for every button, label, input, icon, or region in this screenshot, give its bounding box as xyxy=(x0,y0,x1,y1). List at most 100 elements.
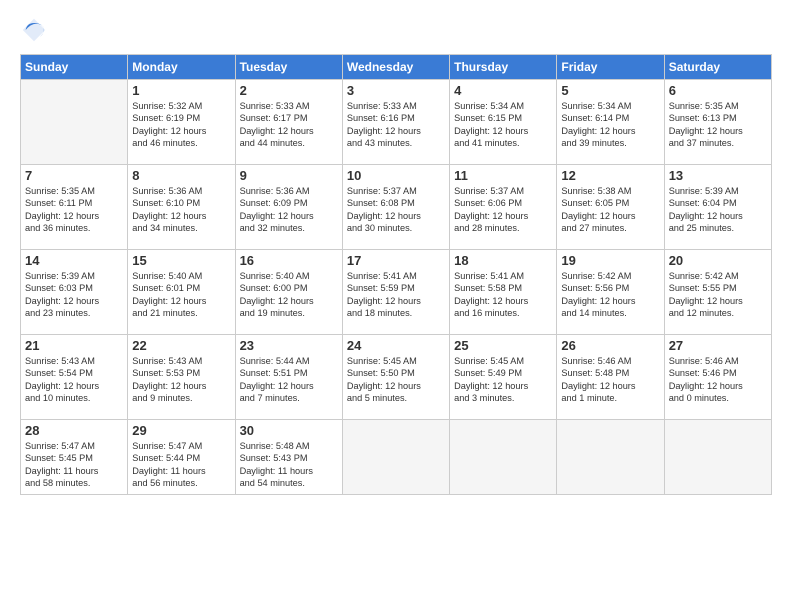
calendar-cell: 12 Sunrise: 5:38 AM Sunset: 6:05 PM Dayli… xyxy=(557,165,664,250)
day-info: Sunrise: 5:38 AM Sunset: 6:05 PM Dayligh… xyxy=(561,185,659,235)
day-info: Sunrise: 5:33 AM Sunset: 6:16 PM Dayligh… xyxy=(347,100,445,150)
calendar-cell: 15 Sunrise: 5:40 AM Sunset: 6:01 PM Dayli… xyxy=(128,250,235,335)
day-number: 8 xyxy=(132,168,230,183)
day-info: Sunrise: 5:48 AM Sunset: 5:43 PM Dayligh… xyxy=(240,440,338,490)
day-number: 3 xyxy=(347,83,445,98)
day-info: Sunrise: 5:40 AM Sunset: 6:01 PM Dayligh… xyxy=(132,270,230,320)
day-number: 16 xyxy=(240,253,338,268)
calendar-cell: 14 Sunrise: 5:39 AM Sunset: 6:03 PM Dayli… xyxy=(21,250,128,335)
calendar-cell: 11Sunrise: 5:37 AM Sunset: 6:06 PM Dayli… xyxy=(450,165,557,250)
calendar-cell xyxy=(557,420,664,495)
day-number: 10 xyxy=(347,168,445,183)
calendar-cell: 21 Sunrise: 5:43 AM Sunset: 5:54 PM Dayli… xyxy=(21,335,128,420)
page-header xyxy=(20,16,772,44)
day-number: 17 xyxy=(347,253,445,268)
day-info: Sunrise: 5:42 AM Sunset: 5:55 PM Dayligh… xyxy=(669,270,767,320)
day-number: 9 xyxy=(240,168,338,183)
calendar-cell: 1Sunrise: 5:32 AM Sunset: 6:19 PM Daylig… xyxy=(128,80,235,165)
calendar-table: SundayMondayTuesdayWednesdayThursdayFrid… xyxy=(20,54,772,495)
calendar-cell: 16 Sunrise: 5:40 AM Sunset: 6:00 PM Dayli… xyxy=(235,250,342,335)
day-info: Sunrise: 5:41 AM Sunset: 5:59 PM Dayligh… xyxy=(347,270,445,320)
day-number: 1 xyxy=(132,83,230,98)
day-number: 28 xyxy=(25,423,123,438)
day-info: Sunrise: 5:46 AM Sunset: 5:46 PM Dayligh… xyxy=(669,355,767,405)
calendar-cell: 7Sunrise: 5:35 AM Sunset: 6:11 PM Daylig… xyxy=(21,165,128,250)
day-header-wednesday: Wednesday xyxy=(342,55,449,80)
day-number: 14 xyxy=(25,253,123,268)
day-info: Sunrise: 5:42 AM Sunset: 5:56 PM Dayligh… xyxy=(561,270,659,320)
calendar-cell: 5Sunrise: 5:34 AM Sunset: 6:14 PM Daylig… xyxy=(557,80,664,165)
day-number: 27 xyxy=(669,338,767,353)
calendar-cell: 3 Sunrise: 5:33 AM Sunset: 6:16 PM Daylig… xyxy=(342,80,449,165)
day-header-sunday: Sunday xyxy=(21,55,128,80)
day-number: 30 xyxy=(240,423,338,438)
day-header-tuesday: Tuesday xyxy=(235,55,342,80)
day-info: Sunrise: 5:46 AM Sunset: 5:48 PM Dayligh… xyxy=(561,355,659,405)
calendar-cell: 20 Sunrise: 5:42 AM Sunset: 5:55 PM Dayli… xyxy=(664,250,771,335)
day-header-thursday: Thursday xyxy=(450,55,557,80)
day-info: Sunrise: 5:44 AM Sunset: 5:51 PM Dayligh… xyxy=(240,355,338,405)
day-info: Sunrise: 5:45 AM Sunset: 5:49 PM Dayligh… xyxy=(454,355,552,405)
day-info: Sunrise: 5:35 AM Sunset: 6:13 PM Dayligh… xyxy=(669,100,767,150)
calendar-cell: 23 Sunrise: 5:44 AM Sunset: 5:51 PM Dayli… xyxy=(235,335,342,420)
calendar-cell xyxy=(450,420,557,495)
calendar-cell: 13 Sunrise: 5:39 AM Sunset: 6:04 PM Dayli… xyxy=(664,165,771,250)
logo xyxy=(20,16,52,44)
day-number: 25 xyxy=(454,338,552,353)
day-info: Sunrise: 5:43 AM Sunset: 5:53 PM Dayligh… xyxy=(132,355,230,405)
day-info: Sunrise: 5:47 AM Sunset: 5:45 PM Dayligh… xyxy=(25,440,123,490)
day-info: Sunrise: 5:45 AM Sunset: 5:50 PM Dayligh… xyxy=(347,355,445,405)
day-info: Sunrise: 5:40 AM Sunset: 6:00 PM Dayligh… xyxy=(240,270,338,320)
day-info: Sunrise: 5:47 AM Sunset: 5:44 PM Dayligh… xyxy=(132,440,230,490)
day-number: 19 xyxy=(561,253,659,268)
calendar-cell: 27 Sunrise: 5:46 AM Sunset: 5:46 PM Dayli… xyxy=(664,335,771,420)
day-info: Sunrise: 5:37 AM Sunset: 6:08 PM Dayligh… xyxy=(347,185,445,235)
day-number: 6 xyxy=(669,83,767,98)
day-number: 2 xyxy=(240,83,338,98)
day-info: Sunrise: 5:33 AM Sunset: 6:17 PM Dayligh… xyxy=(240,100,338,150)
day-info: Sunrise: 5:36 AM Sunset: 6:09 PM Dayligh… xyxy=(240,185,338,235)
day-info: Sunrise: 5:41 AM Sunset: 5:58 PM Dayligh… xyxy=(454,270,552,320)
calendar-cell: 29 Sunrise: 5:47 AM Sunset: 5:44 PM Dayli… xyxy=(128,420,235,495)
calendar-header-row: SundayMondayTuesdayWednesdayThursdayFrid… xyxy=(21,55,772,80)
day-info: Sunrise: 5:39 AM Sunset: 6:04 PM Dayligh… xyxy=(669,185,767,235)
calendar-cell: 8 Sunrise: 5:36 AM Sunset: 6:10 PM Daylig… xyxy=(128,165,235,250)
day-info: Sunrise: 5:43 AM Sunset: 5:54 PM Dayligh… xyxy=(25,355,123,405)
calendar-cell xyxy=(664,420,771,495)
day-number: 22 xyxy=(132,338,230,353)
calendar-cell: 19 Sunrise: 5:42 AM Sunset: 5:56 PM Dayli… xyxy=(557,250,664,335)
day-number: 24 xyxy=(347,338,445,353)
day-number: 29 xyxy=(132,423,230,438)
day-info: Sunrise: 5:36 AM Sunset: 6:10 PM Dayligh… xyxy=(132,185,230,235)
day-number: 4 xyxy=(454,83,552,98)
day-number: 21 xyxy=(25,338,123,353)
calendar-cell: 4 Sunrise: 5:34 AM Sunset: 6:15 PM Daylig… xyxy=(450,80,557,165)
day-number: 13 xyxy=(669,168,767,183)
day-number: 15 xyxy=(132,253,230,268)
calendar-cell xyxy=(21,80,128,165)
calendar-cell: 24 Sunrise: 5:45 AM Sunset: 5:50 PM Dayli… xyxy=(342,335,449,420)
day-number: 18 xyxy=(454,253,552,268)
calendar-cell: 9 Sunrise: 5:36 AM Sunset: 6:09 PM Daylig… xyxy=(235,165,342,250)
calendar-cell: 17 Sunrise: 5:41 AM Sunset: 5:59 PM Dayli… xyxy=(342,250,449,335)
calendar-cell: 25 Sunrise: 5:45 AM Sunset: 5:49 PM Dayli… xyxy=(450,335,557,420)
day-header-saturday: Saturday xyxy=(664,55,771,80)
day-number: 23 xyxy=(240,338,338,353)
logo-icon xyxy=(20,16,48,44)
calendar-cell: 28 Sunrise: 5:47 AM Sunset: 5:45 PM Dayli… xyxy=(21,420,128,495)
calendar-cell: 26 Sunrise: 5:46 AM Sunset: 5:48 PM Dayli… xyxy=(557,335,664,420)
day-header-monday: Monday xyxy=(128,55,235,80)
day-info: Sunrise: 5:37 AM Sunset: 6:06 PM Dayligh… xyxy=(454,185,552,235)
day-info: Sunrise: 5:39 AM Sunset: 6:03 PM Dayligh… xyxy=(25,270,123,320)
day-info: Sunrise: 5:34 AM Sunset: 6:14 PM Dayligh… xyxy=(561,100,659,150)
day-info: Sunrise: 5:34 AM Sunset: 6:15 PM Dayligh… xyxy=(454,100,552,150)
calendar-cell xyxy=(342,420,449,495)
day-number: 7 xyxy=(25,168,123,183)
day-number: 20 xyxy=(669,253,767,268)
calendar-cell: 10 Sunrise: 5:37 AM Sunset: 6:08 PM Dayli… xyxy=(342,165,449,250)
calendar-cell: 2 Sunrise: 5:33 AM Sunset: 6:17 PM Daylig… xyxy=(235,80,342,165)
day-number: 26 xyxy=(561,338,659,353)
calendar-cell: 22 Sunrise: 5:43 AM Sunset: 5:53 PM Dayli… xyxy=(128,335,235,420)
calendar-cell: 6 Sunrise: 5:35 AM Sunset: 6:13 PM Daylig… xyxy=(664,80,771,165)
day-number: 12 xyxy=(561,168,659,183)
